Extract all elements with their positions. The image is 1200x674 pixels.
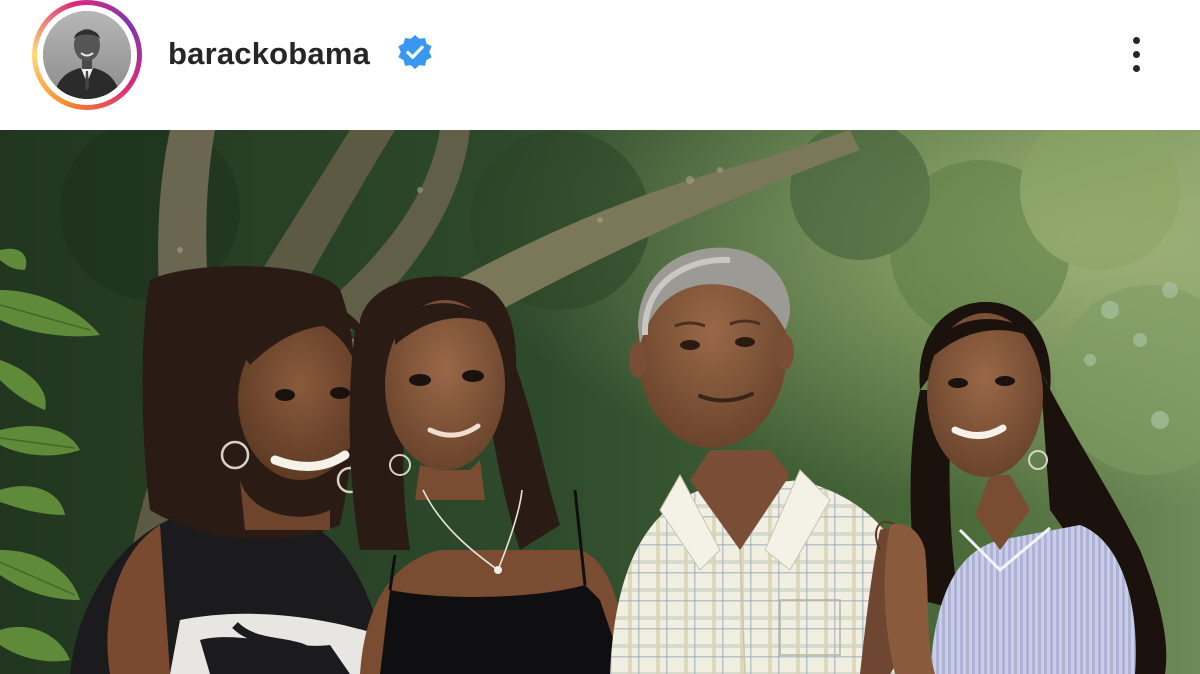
post-photo[interactable] — [0, 130, 1200, 674]
story-ring[interactable] — [32, 0, 142, 110]
more-options-button[interactable] — [1118, 28, 1154, 80]
avatar-border — [37, 5, 137, 105]
username[interactable]: barackobama — [168, 34, 370, 74]
post-header: barackobama — [0, 0, 1200, 130]
more-vertical-icon-dot — [1132, 50, 1140, 58]
more-vertical-icon-dot — [1132, 64, 1140, 72]
avatar[interactable] — [43, 11, 131, 99]
verified-badge-icon — [398, 34, 432, 70]
avatar-photo — [43, 11, 131, 99]
family-photo — [0, 130, 1200, 674]
more-vertical-icon — [1132, 36, 1140, 44]
